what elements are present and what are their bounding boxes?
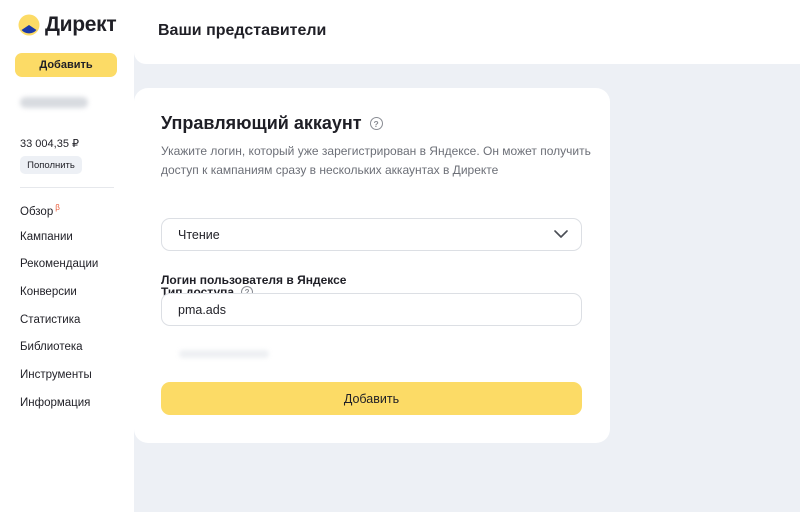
sidebar-item-campaigns[interactable]: Кампании <box>20 231 98 259</box>
sidebar-item-label: Статистика <box>20 313 81 326</box>
topup-button[interactable]: Пополнить <box>20 156 82 174</box>
account-login-blurred[interactable] <box>20 97 88 108</box>
faded-hint <box>179 350 269 358</box>
chevron-down-icon <box>554 230 568 238</box>
sidebar-divider <box>20 187 114 188</box>
sidebar-item-label: Кампании <box>20 230 73 243</box>
sidebar-item-recommendations[interactable]: Рекомендации <box>20 258 98 286</box>
balance-amount: 33 004,35 ₽ <box>20 138 79 150</box>
representative-form-card: Управляющий аккаунт ? Укажите логин, кот… <box>134 88 610 443</box>
login-label: Логин пользователя в Яндексе <box>161 273 346 287</box>
sidebar: Директ Добавить 33 004,35 ₽ Пополнить Об… <box>0 0 134 512</box>
access-type-value: Чтение <box>178 227 220 242</box>
add-representative-button[interactable]: Добавить <box>161 382 582 415</box>
login-field[interactable] <box>161 293 582 326</box>
card-title-text: Управляющий аккаунт <box>161 113 362 133</box>
sidebar-item-label: Конверсии <box>20 286 77 299</box>
sidebar-item-label: Инструменты <box>20 369 92 382</box>
help-icon[interactable]: ? <box>369 117 383 130</box>
page-title: Ваши представители <box>158 22 327 39</box>
sidebar-item-tools[interactable]: Инструменты <box>20 369 98 397</box>
access-type-select[interactable]: Чтение <box>161 218 582 251</box>
sidebar-item-label: Рекомендации <box>20 258 99 271</box>
logo[interactable]: Директ <box>18 13 117 37</box>
card-title: Управляющий аккаунт ? <box>161 113 383 134</box>
page-header: Ваши представители <box>134 0 800 64</box>
sidebar-item-information[interactable]: Информация <box>20 397 98 425</box>
sidebar-item-label: Библиотека <box>20 341 83 354</box>
sidebar-item-label: Обзор <box>20 205 54 218</box>
login-label-text: Логин пользователя в Яндексе <box>161 273 347 287</box>
logo-text: Директ <box>45 13 117 36</box>
direct-logo-icon <box>18 14 40 36</box>
add-campaign-button[interactable]: Добавить <box>15 53 117 77</box>
beta-badge: β <box>55 203 60 212</box>
sidebar-nav: Обзор β Кампании Рекомендации Конверсии С… <box>20 203 98 425</box>
sidebar-item-conversions[interactable]: Конверсии <box>20 286 98 314</box>
login-input[interactable] <box>178 302 581 317</box>
sidebar-item-overview[interactable]: Обзор β <box>20 203 98 231</box>
sidebar-item-library[interactable]: Библиотека <box>20 341 98 369</box>
sidebar-item-statistics[interactable]: Статистика <box>20 314 98 342</box>
sidebar-item-label: Информация <box>20 396 91 409</box>
card-description: Укажите логин, который уже зарегистриров… <box>161 144 591 177</box>
